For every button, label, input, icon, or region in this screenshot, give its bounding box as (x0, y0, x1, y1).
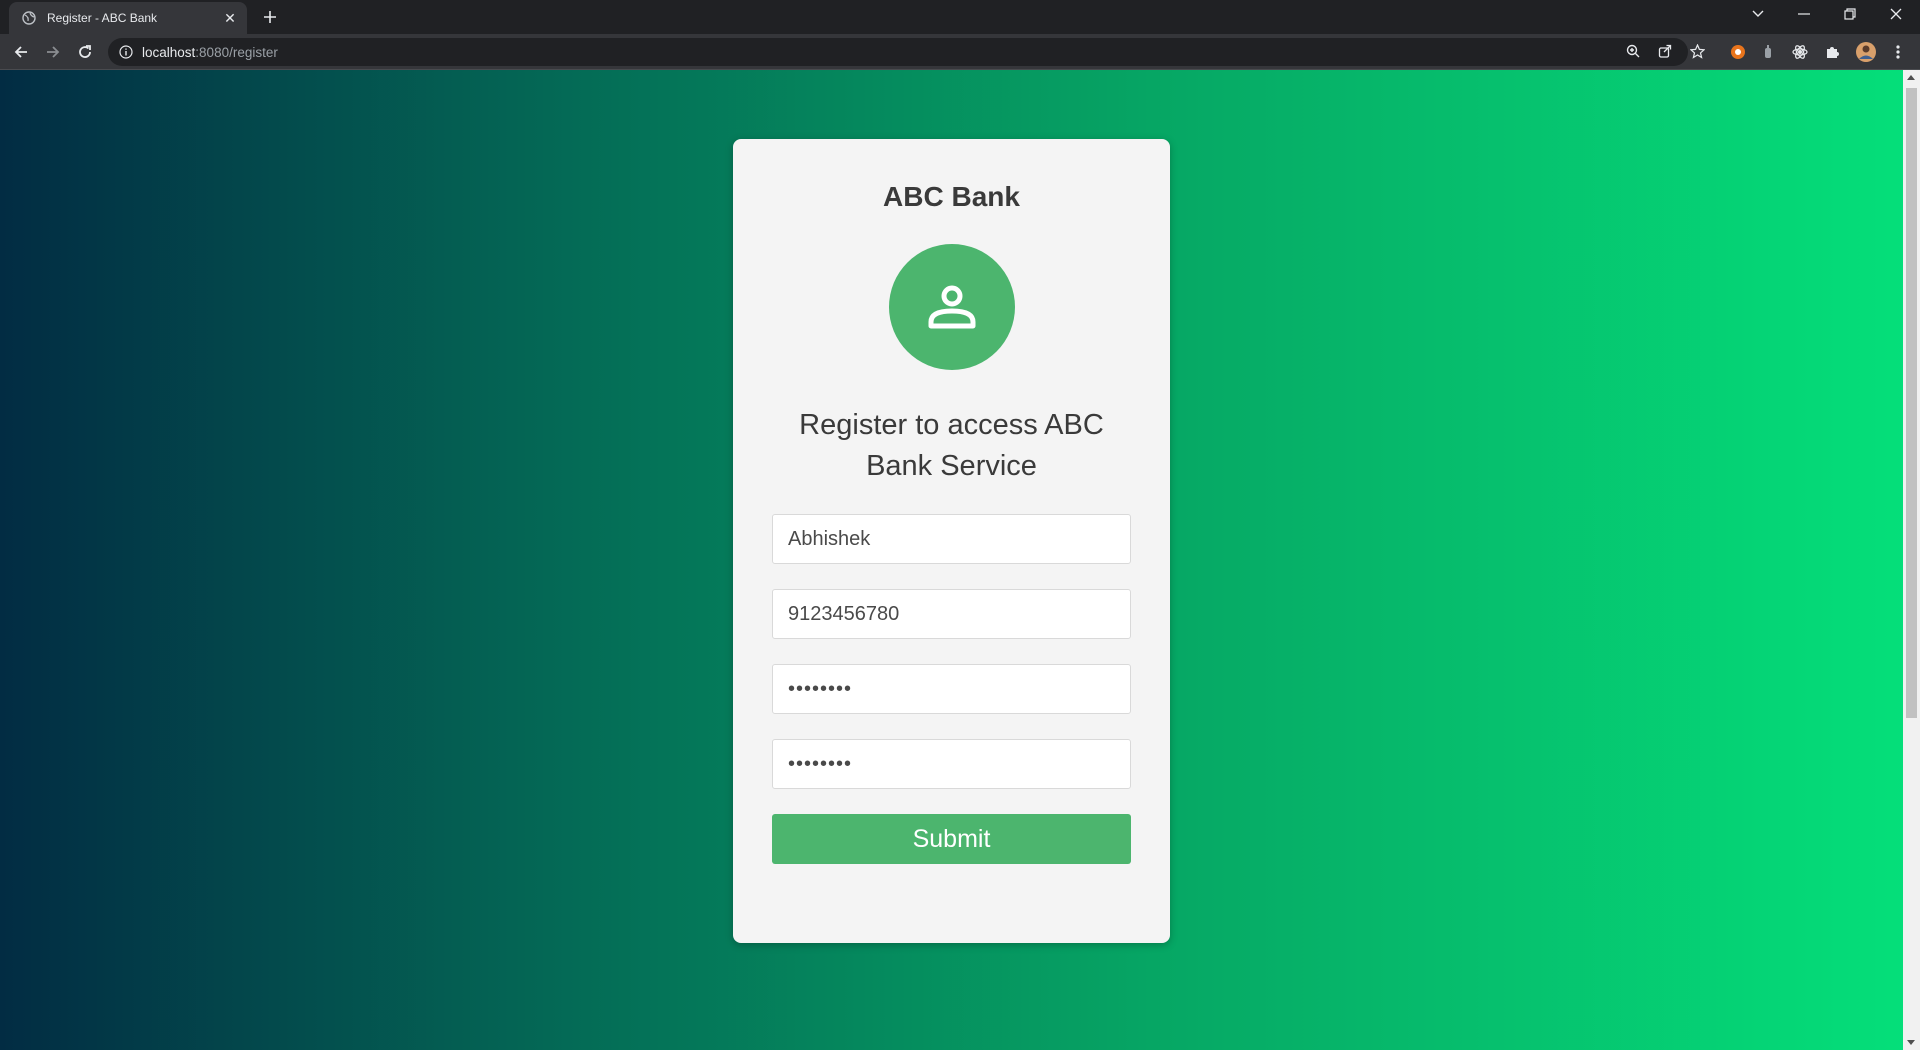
submit-button[interactable]: Submit (772, 814, 1131, 864)
reload-icon[interactable] (72, 39, 98, 65)
minimize-icon[interactable] (1781, 0, 1827, 28)
extension-icon[interactable] (1726, 40, 1750, 64)
confirm-password-field[interactable] (772, 739, 1131, 789)
page-scrollbar[interactable] (1903, 70, 1920, 1050)
kebab-menu-icon[interactable] (1886, 40, 1910, 64)
close-icon[interactable]: ✕ (221, 9, 239, 27)
profile-avatar[interactable] (1854, 40, 1878, 64)
page-title: ABC Bank (883, 181, 1020, 212)
info-icon[interactable] (118, 44, 134, 60)
restore-icon[interactable] (1827, 0, 1873, 28)
star-icon[interactable] (1686, 40, 1708, 62)
window-close-icon[interactable] (1873, 0, 1919, 28)
user-icon (889, 244, 1015, 370)
name-field[interactable] (772, 514, 1131, 564)
page-viewport: ABC Bank Register to access ABC Bank Ser… (0, 70, 1920, 1050)
scroll-up-arrow-icon[interactable] (1907, 75, 1915, 80)
puzzle-icon[interactable] (1820, 40, 1844, 64)
chevron-down-icon[interactable] (1735, 0, 1781, 28)
phone-field[interactable] (772, 589, 1131, 639)
register-card: ABC Bank Register to access ABC Bank Ser… (733, 139, 1170, 943)
back-arrow-icon[interactable] (8, 39, 34, 65)
globe-icon (21, 10, 37, 26)
share-icon[interactable] (1654, 40, 1676, 62)
scrollbar-thumb[interactable] (1906, 88, 1917, 718)
password-field[interactable] (772, 664, 1131, 714)
url-host: localhost (142, 44, 196, 60)
extension-icon[interactable] (1788, 40, 1812, 64)
browser-toolbar: localhost:8080/register (0, 34, 1920, 70)
plus-icon[interactable] (259, 6, 281, 28)
zoom-icon[interactable] (1622, 40, 1644, 62)
browser-tab[interactable]: Register - ABC Bank ✕ (9, 2, 247, 34)
url-path: :8080/register (195, 44, 278, 60)
scroll-down-arrow-icon[interactable] (1907, 1040, 1915, 1045)
tab-title: Register - ABC Bank (47, 11, 158, 25)
forward-arrow-icon[interactable] (40, 39, 66, 65)
register-heading: Register to access ABC Bank Service (799, 409, 1104, 482)
tab-strip: Register - ABC Bank ✕ (0, 0, 1920, 34)
extension-icon[interactable] (1756, 40, 1780, 64)
address-bar[interactable]: localhost:8080/register (108, 38, 1688, 66)
